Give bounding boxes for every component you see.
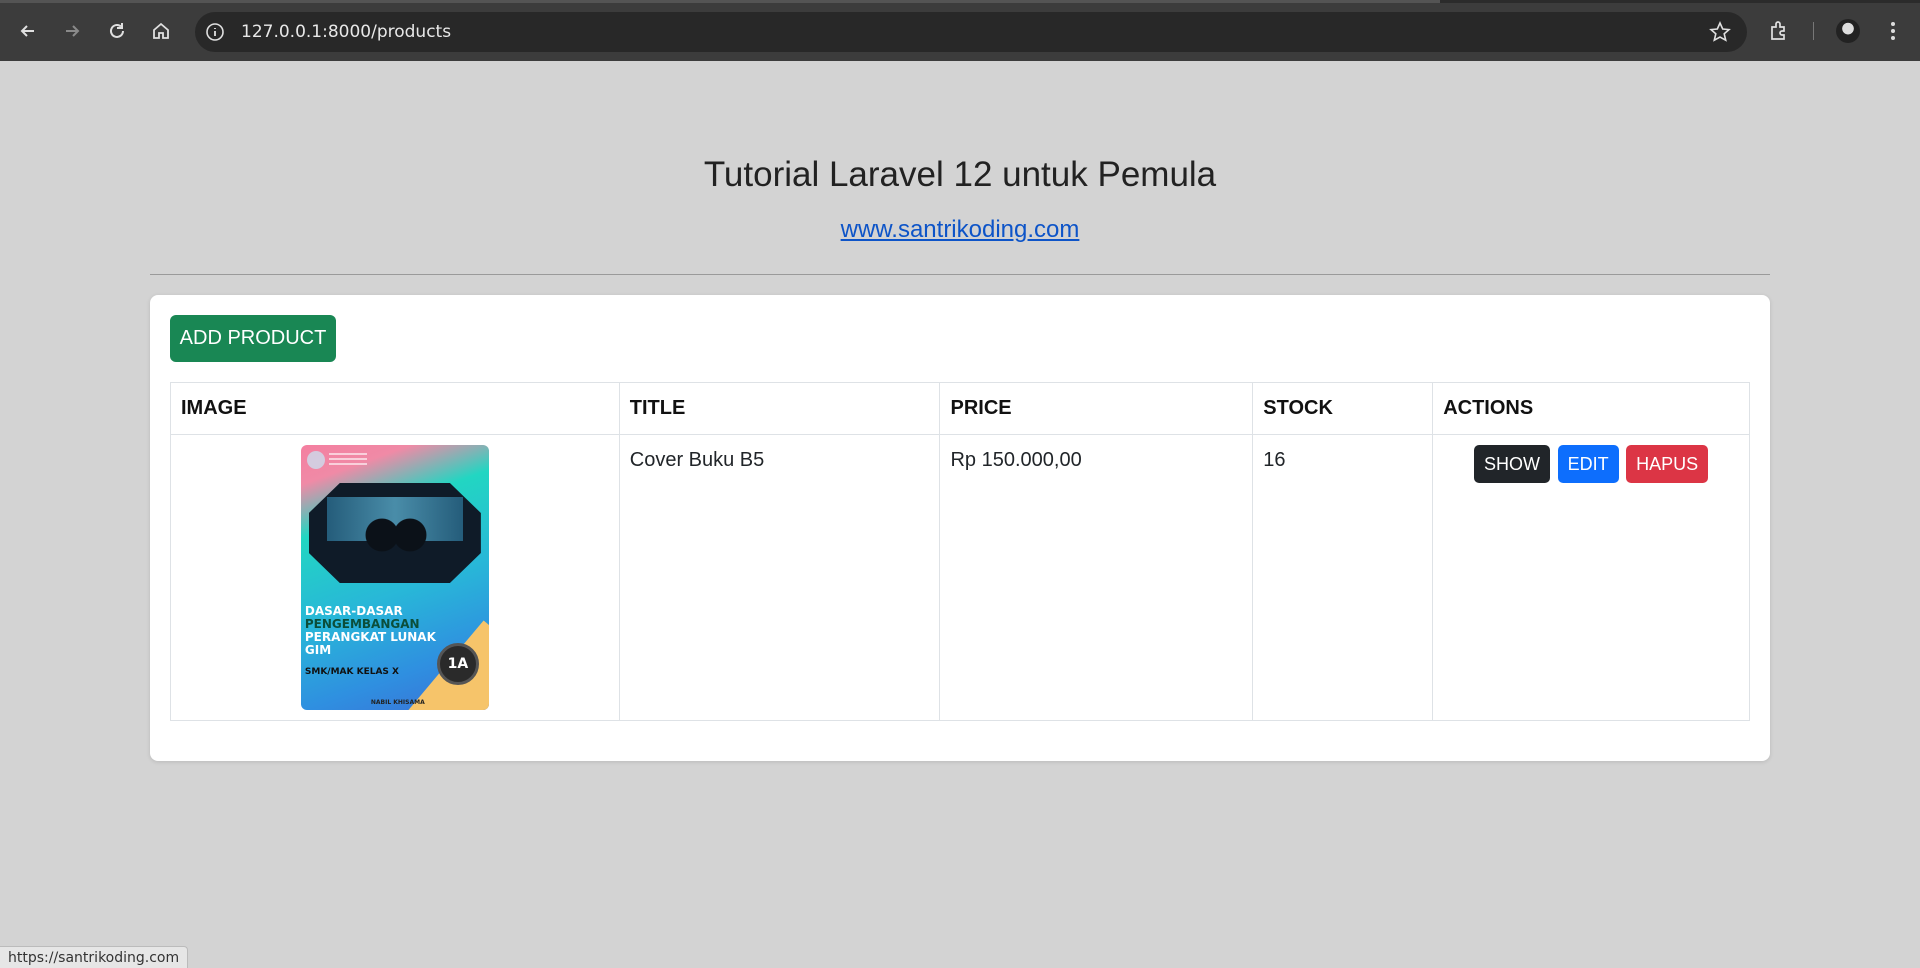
cover-badge: 1A xyxy=(436,643,479,685)
forward-button[interactable] xyxy=(57,16,87,46)
reload-icon xyxy=(110,23,124,38)
browser-menu-icon[interactable] xyxy=(1880,18,1906,44)
edit-button[interactable]: EDIT xyxy=(1557,445,1619,483)
home-icon xyxy=(153,22,169,39)
header-image: IMAGE xyxy=(170,382,620,435)
header-title: TITLE xyxy=(618,382,941,435)
page-title: Tutorial Laravel 12 untuk Pemula xyxy=(703,155,1217,194)
table-row: DASAR-DASAR PENGEMBANGAN PERANGKAT LUNAK… xyxy=(170,434,1750,721)
product-title: Cover Buku B5 xyxy=(618,434,941,721)
cover-author: NABIL KHISAMA xyxy=(370,699,425,706)
arrow-left-icon xyxy=(20,25,34,37)
table-header-row: IMAGE TITLE PRICE STOCK ACTIONS xyxy=(170,382,1750,435)
cover-title: DASAR-DASAR PENGEMBANGAN PERANGKAT LUNAK… xyxy=(304,604,436,657)
product-image-cell: DASAR-DASAR PENGEMBANGAN PERANGKAT LUNAK… xyxy=(170,434,620,721)
product-cover-image: DASAR-DASAR PENGEMBANGAN PERANGKAT LUNAK… xyxy=(300,445,489,710)
status-bar-url: https://santrikoding.com xyxy=(0,946,189,968)
header-divider xyxy=(150,274,1770,275)
products-card: ADD PRODUCT IMAGE TITLE PRICE STOCK ACTI… xyxy=(150,295,1770,761)
header-actions: ACTIONS xyxy=(1432,382,1750,435)
header-price: PRICE xyxy=(939,382,1254,435)
browser-toolbar: 127.0.0.1:8000/products xyxy=(0,0,1920,61)
arrow-right-icon xyxy=(66,25,80,37)
show-button[interactable]: SHOW xyxy=(1474,445,1551,483)
url-text[interactable]: 127.0.0.1:8000/products xyxy=(241,22,451,42)
site-link[interactable]: www.santrikoding.com xyxy=(841,216,1080,244)
delete-button[interactable]: HAPUS xyxy=(1626,445,1709,483)
header-stock: STOCK xyxy=(1252,382,1434,435)
product-stock: 16 xyxy=(1252,434,1434,721)
profile-avatar[interactable] xyxy=(1836,19,1860,43)
product-actions-cell: SHOW EDIT HAPUS xyxy=(1432,434,1750,721)
active-tab[interactable] xyxy=(0,0,1440,3)
address-bar[interactable]: 127.0.0.1:8000/products xyxy=(195,12,1747,52)
extensions-puzzle-icon[interactable] xyxy=(1767,18,1793,44)
cover-illustration xyxy=(308,483,481,583)
add-product-button[interactable]: ADD PRODUCT xyxy=(170,315,336,362)
product-price: Rp 150.000,00 xyxy=(939,434,1254,721)
cover-subtitle: SMK/MAK KELAS X xyxy=(304,667,399,677)
home-button[interactable] xyxy=(146,16,176,46)
products-table: IMAGE TITLE PRICE STOCK ACTIONS DASAR-DA… xyxy=(170,382,1750,721)
toolbar-separator xyxy=(1813,22,1814,40)
info-icon[interactable] xyxy=(205,22,225,42)
reload-button[interactable] xyxy=(102,16,132,46)
back-button[interactable] xyxy=(13,16,43,46)
publisher-logo-icon xyxy=(306,451,325,469)
page-header: Tutorial Laravel 12 untuk Pemula www.san… xyxy=(150,150,1770,244)
bookmark-star-icon[interactable] xyxy=(1709,21,1731,43)
tab-strip xyxy=(0,0,1920,3)
